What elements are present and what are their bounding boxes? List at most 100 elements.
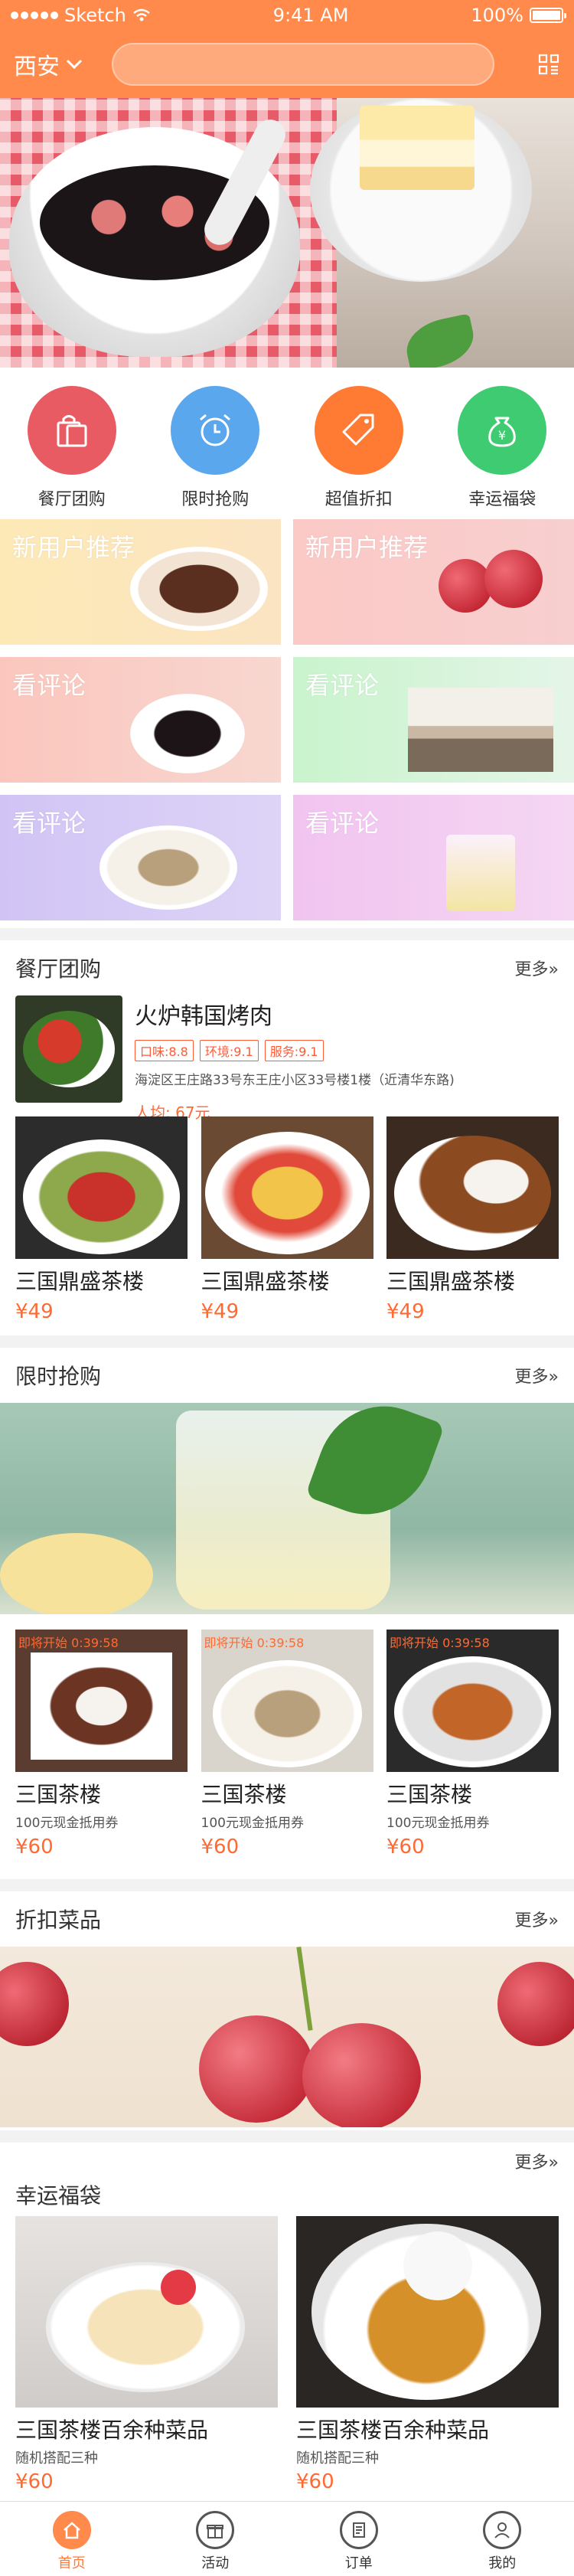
category-label: 限时抢购 [181,490,249,509]
restaurant-name: 火炉韩国烤肉 [135,1003,272,1030]
user-icon [483,2511,522,2549]
status-time: 9:41 AM [272,5,349,26]
battery-icon [529,8,566,23]
more-link[interactable]: 更多» [515,1907,559,1931]
scan-icon[interactable] [537,53,560,76]
promo-tile-reviews-1[interactable]: 看评论 [0,657,281,783]
promo-tiles: 新用户推荐 新用户推荐 看评论 看评论 看评论 看评论 [0,515,574,928]
search-input[interactable] [112,43,494,86]
flash-item-name: 三国茶楼 [386,1782,473,1807]
featured-restaurant-image [15,995,122,1103]
tile-room-image [408,688,553,772]
promo-tile-new-user[interactable]: 新用户推荐 [0,519,281,645]
lucky-item-price: ¥60 [15,2470,54,2493]
category-flash-sale[interactable]: 限时抢购 [144,368,288,515]
category-lucky-bag[interactable]: ¥ 幸运福袋 [431,368,574,515]
promo-tile-reviews-4[interactable]: 看评论 [293,795,574,920]
banner-cake [360,106,475,190]
category-group-buy[interactable]: 餐厅团购 [0,368,144,515]
tab-label: 我的 [488,2555,517,2571]
top-bar: Sketch 9:41 AM 100% 西安 [0,0,574,98]
featured-restaurant[interactable]: 火炉韩国烤肉 口味:8.8 环境:9.1 服务:9.1 海淀区王庄路33号东王庄… [0,995,574,1122]
tile-title: 新用户推荐 [12,533,135,562]
tab-label: 活动 [201,2555,230,2571]
category-nav: 餐厅团购 限时抢购 超值折扣 ¥ 幸运福袋 [0,368,574,515]
lucky-item-desc: 随机搭配三种 [296,2450,379,2466]
promo-tile-reviews-2[interactable]: 看评论 [293,657,574,783]
flash-item-price: ¥60 [15,1836,54,1858]
category-label: 超值折扣 [325,490,393,509]
discount-banner[interactable] [0,1947,574,2127]
battery-percent: 100% [471,5,523,26]
restaurant-address: 海淀区王庄路33号东王庄小区33号楼1楼（近清华东路) [135,1073,455,1088]
group-item-image [15,1116,188,1259]
signal-icon [11,11,58,19]
more-link[interactable]: 更多» [515,956,559,980]
flash-item-name: 三国茶楼 [15,1782,102,1807]
price-tag-icon [314,386,403,475]
group-item-name: 三国鼎盛茶楼 [386,1269,516,1294]
flash-item[interactable]: 即将开始 0:39:58 三国茶楼 100元现金抵用券 ¥60 [201,1630,373,1858]
alarm-clock-icon [171,386,260,475]
group-item[interactable]: 三国鼎盛茶楼 ¥49 [201,1116,373,1323]
rating-tag: 环境:9.1 [199,1040,259,1061]
group-item-name: 三国鼎盛茶楼 [15,1269,145,1294]
section-title: 餐厅团购 [15,956,102,982]
lucky-item-image [296,2216,559,2408]
countdown-badge: 即将开始 0:39:58 [204,1636,305,1650]
tile-cherry-image [439,559,492,613]
rating-tag: 口味:8.8 [135,1040,194,1061]
group-buy-section: 餐厅团购 更多» 火炉韩国烤肉 口味:8.8 环境:9.1 服务:9.1 海淀区… [0,940,574,1335]
flash-item-name: 三国茶楼 [201,1782,287,1807]
lucky-item-desc: 随机搭配三种 [15,2450,98,2466]
group-item-price: ¥49 [386,1300,425,1323]
flash-item-desc: 100元现金抵用券 [386,1816,490,1831]
group-item-name: 三国鼎盛茶楼 [201,1269,330,1294]
tab-label: 订单 [344,2555,373,2571]
flash-sale-banner[interactable] [0,1403,574,1614]
more-link[interactable]: 更多» [515,2149,559,2173]
tile-dessert-image [99,825,237,910]
flash-item-desc: 100元现金抵用券 [15,1816,119,1831]
countdown-badge: 即将开始 0:39:58 [390,1636,490,1650]
tile-title: 看评论 [305,809,380,838]
flash-item-image: 即将开始 0:39:58 [201,1630,373,1772]
city-selector[interactable]: 西安 [14,47,112,81]
section-title: 折扣菜品 [15,1907,102,1933]
lucky-item[interactable]: 三国茶楼百余种菜品 随机搭配三种 ¥60 [296,2216,559,2493]
tab-home[interactable]: 首页 [0,2502,144,2576]
wifi-icon [133,8,150,21]
flash-item-image: 即将开始 0:39:58 [386,1630,559,1772]
group-item[interactable]: 三国鼎盛茶楼 ¥49 [386,1116,559,1323]
chevron-down-icon [66,59,83,70]
home-icon [52,2511,91,2549]
lucky-item[interactable]: 三国茶楼百余种菜品 随机搭配三种 ¥60 [15,2216,278,2493]
category-discount[interactable]: 超值折扣 [287,368,431,515]
discount-section: 折扣菜品 更多» [0,1891,574,2130]
promo-tile-reviews-3[interactable]: 看评论 [0,795,281,920]
order-list-icon [339,2511,378,2549]
tab-activity[interactable]: 活动 [144,2502,288,2576]
tab-orders[interactable]: 订单 [287,2502,431,2576]
rating-tag: 服务:9.1 [264,1040,324,1061]
tile-title: 看评论 [305,671,380,700]
more-link[interactable]: 更多» [515,1363,559,1388]
flash-item-price: ¥60 [386,1836,425,1858]
tile-cake-image [130,547,268,631]
gift-icon [196,2511,235,2549]
group-item[interactable]: 三国鼎盛茶楼 ¥49 [15,1116,188,1323]
flash-item[interactable]: 即将开始 0:39:58 三国茶楼 100元现金抵用券 ¥60 [15,1630,188,1858]
section-title: 幸运福袋 [15,2183,102,2208]
group-item-price: ¥49 [15,1300,54,1323]
tab-profile[interactable]: 我的 [431,2502,574,2576]
lucky-bag-section: 更多» 幸运福袋 三国茶楼百余种菜品 随机搭配三种 ¥60 三国茶楼百余种菜品 … [0,2143,574,2501]
flash-item-image: 即将开始 0:39:58 [15,1630,188,1772]
flash-item[interactable]: 即将开始 0:39:58 三国茶楼 100元现金抵用券 ¥60 [386,1630,559,1858]
category-label: 餐厅团购 [38,490,106,509]
category-label: 幸运福袋 [468,490,536,509]
banner-carousel[interactable] [0,98,574,368]
promo-tile-new-user-2[interactable]: 新用户推荐 [293,519,574,645]
status-bar: Sketch 9:41 AM 100% [0,0,574,31]
lucky-item-name: 三国茶楼百余种菜品 [296,2417,490,2443]
banner-leaf [401,313,479,368]
